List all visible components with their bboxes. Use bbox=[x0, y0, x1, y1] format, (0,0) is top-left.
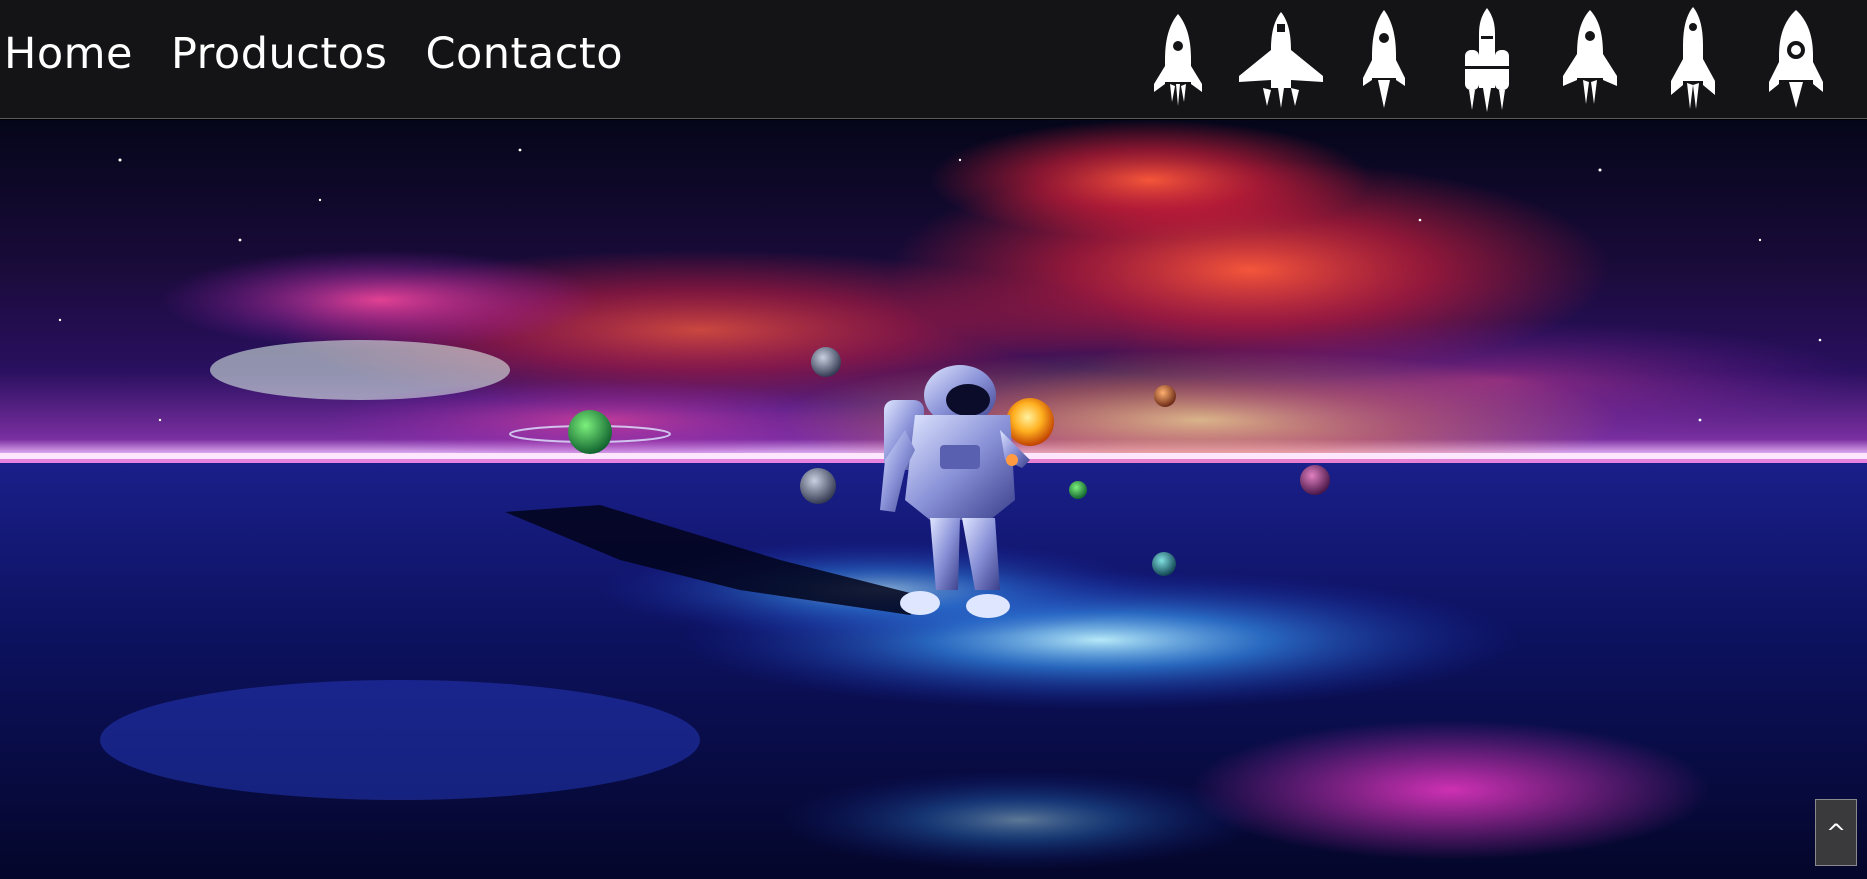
nav-link-contacto[interactable]: Contacto bbox=[425, 26, 623, 82]
main-nav: Home Productos Contacto bbox=[4, 26, 623, 82]
rocket-icon bbox=[1332, 0, 1435, 119]
nav-link-home[interactable]: Home bbox=[4, 26, 133, 82]
rocket-icon bbox=[1126, 0, 1229, 119]
rocket-icon-row bbox=[1126, 0, 1847, 119]
astronaut-in-space-image bbox=[0, 120, 1867, 879]
multi-stage-rocket-icon bbox=[1435, 0, 1538, 119]
rocket-porthole-icon bbox=[1744, 0, 1847, 119]
space-shuttle-icon bbox=[1229, 0, 1332, 119]
rocket-icon bbox=[1641, 0, 1744, 119]
scroll-to-top-button[interactable]: ^ bbox=[1815, 799, 1857, 866]
nav-link-productos[interactable]: Productos bbox=[171, 26, 387, 82]
hero-banner bbox=[0, 120, 1867, 879]
rocket-icon bbox=[1538, 0, 1641, 119]
top-navbar: Home Productos Contacto bbox=[0, 0, 1867, 119]
